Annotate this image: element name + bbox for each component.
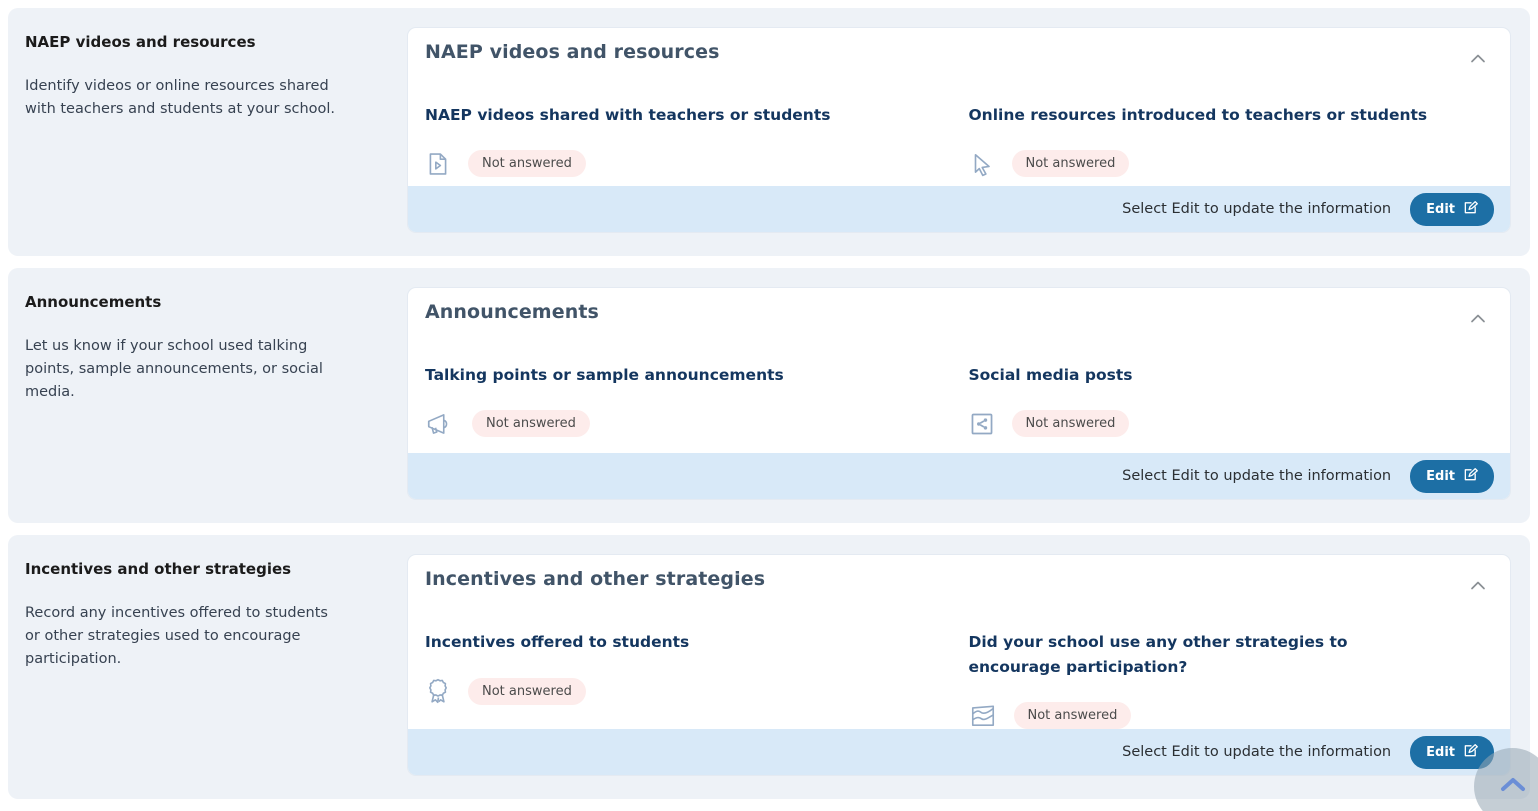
edit-pencil-square-icon bbox=[1463, 467, 1478, 486]
collapse-button[interactable] bbox=[1462, 41, 1494, 77]
card-title: Incentives and other strategies bbox=[425, 568, 765, 590]
sidebar-title: Incentives and other strategies bbox=[25, 560, 346, 578]
card-header: Announcements bbox=[408, 288, 1510, 337]
chevron-up-icon bbox=[1466, 586, 1490, 601]
question-column: Did your school use any other strategies… bbox=[969, 630, 1495, 729]
edit-button-label: Edit bbox=[1426, 745, 1455, 760]
status-badge: Not answered bbox=[1012, 410, 1130, 437]
question-column: Online resources introduced to teachers … bbox=[969, 103, 1495, 177]
edit-pencil-square-icon bbox=[1463, 743, 1478, 762]
card-title: NAEP videos and resources bbox=[425, 41, 720, 63]
status-badge: Not answered bbox=[468, 678, 586, 705]
card-footer: Select Edit to update the information Ed… bbox=[408, 453, 1510, 499]
question-column: Talking points or sample announcements N… bbox=[425, 363, 951, 437]
megaphone-icon bbox=[425, 411, 455, 437]
chevron-up-icon bbox=[1466, 319, 1490, 334]
sidebar-description: Record any incentives offered to student… bbox=[25, 602, 346, 671]
card-incentives: Incentives and other strategies Incentiv… bbox=[408, 555, 1510, 775]
question-column: NAEP videos shared with teachers or stud… bbox=[425, 103, 951, 177]
status-row: Not answered bbox=[425, 677, 951, 705]
chevron-up-icon bbox=[1498, 775, 1528, 798]
section-sidebar: NAEP videos and resources Identify video… bbox=[8, 8, 408, 256]
card-content: NAEP videos shared with teachers or stud… bbox=[408, 103, 1510, 177]
edit-button[interactable]: Edit bbox=[1410, 460, 1494, 493]
card-title: Announcements bbox=[425, 301, 599, 323]
edit-button-label: Edit bbox=[1426, 469, 1455, 484]
edit-button-label: Edit bbox=[1426, 202, 1455, 217]
card-header: NAEP videos and resources bbox=[408, 28, 1510, 77]
award-ribbon-icon bbox=[425, 677, 451, 705]
card-naep-videos: NAEP videos and resources NAEP videos sh… bbox=[408, 28, 1510, 232]
status-row: Not answered bbox=[969, 410, 1495, 437]
collapse-button[interactable] bbox=[1462, 568, 1494, 604]
sidebar-description: Let us know if your school used talking … bbox=[25, 335, 346, 404]
status-badge: Not answered bbox=[468, 150, 586, 177]
card-content: Talking points or sample announcements N… bbox=[408, 363, 1510, 437]
video-document-icon bbox=[425, 151, 451, 177]
status-badge: Not answered bbox=[1012, 150, 1130, 177]
collapse-button[interactable] bbox=[1462, 301, 1494, 337]
section-sidebar: Incentives and other strategies Record a… bbox=[8, 535, 408, 799]
question-heading: Did your school use any other strategies… bbox=[969, 630, 1429, 680]
card-wrap: Announcements Talking points or sample a… bbox=[408, 268, 1530, 523]
section-naep-videos: NAEP videos and resources Identify video… bbox=[8, 8, 1530, 256]
area-chart-icon bbox=[969, 703, 997, 729]
status-badge: Not answered bbox=[472, 410, 590, 437]
status-row: Not answered bbox=[969, 702, 1495, 729]
status-row: Not answered bbox=[425, 410, 951, 437]
section-sidebar: Announcements Let us know if your school… bbox=[8, 268, 408, 523]
section-announcements: Announcements Let us know if your school… bbox=[8, 268, 1530, 523]
card-wrap: Incentives and other strategies Incentiv… bbox=[408, 535, 1530, 799]
card-wrap: NAEP videos and resources NAEP videos sh… bbox=[408, 8, 1530, 256]
sidebar-title: Announcements bbox=[25, 293, 346, 311]
sidebar-description: Identify videos or online resources shar… bbox=[25, 75, 346, 121]
status-row: Not answered bbox=[969, 150, 1495, 177]
question-heading: Talking points or sample announcements bbox=[425, 363, 885, 388]
section-incentives: Incentives and other strategies Record a… bbox=[8, 535, 1530, 799]
cursor-pointer-icon bbox=[969, 151, 995, 177]
edit-pencil-square-icon bbox=[1463, 200, 1478, 219]
card-footer: Select Edit to update the information Ed… bbox=[408, 729, 1510, 775]
sidebar-title: NAEP videos and resources bbox=[25, 33, 346, 51]
question-heading: Incentives offered to students bbox=[425, 630, 885, 655]
share-icon bbox=[969, 411, 995, 437]
card-footer: Select Edit to update the information Ed… bbox=[408, 186, 1510, 232]
edit-note: Select Edit to update the information bbox=[1122, 201, 1391, 217]
card-announcements: Announcements Talking points or sample a… bbox=[408, 288, 1510, 499]
status-row: Not answered bbox=[425, 150, 951, 177]
question-heading: Online resources introduced to teachers … bbox=[969, 103, 1429, 128]
edit-note: Select Edit to update the information bbox=[1122, 468, 1391, 484]
card-header: Incentives and other strategies bbox=[408, 555, 1510, 604]
question-heading: Social media posts bbox=[969, 363, 1429, 388]
question-heading: NAEP videos shared with teachers or stud… bbox=[425, 103, 885, 128]
question-column: Incentives offered to students Not answe… bbox=[425, 630, 951, 729]
edit-button[interactable]: Edit bbox=[1410, 193, 1494, 226]
chevron-up-icon bbox=[1466, 59, 1490, 74]
page: NAEP videos and resources Identify video… bbox=[0, 0, 1538, 811]
card-content: Incentives offered to students Not answe… bbox=[408, 630, 1510, 729]
status-badge: Not answered bbox=[1014, 702, 1132, 729]
edit-note: Select Edit to update the information bbox=[1122, 744, 1391, 760]
question-column: Social media posts Not answered bbox=[969, 363, 1495, 437]
